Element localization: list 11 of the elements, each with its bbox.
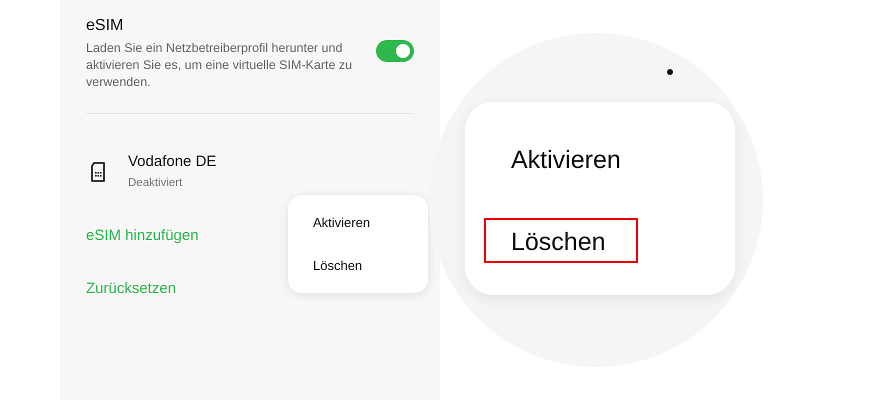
menu-item[interactable]: Löschen bbox=[313, 255, 362, 277]
menu-item[interactable]: Aktivieren bbox=[313, 212, 370, 234]
profile-status: Deaktiviert bbox=[128, 176, 184, 191]
menu-item[interactable]: Aktivieren bbox=[484, 136, 638, 181]
toggle-switch[interactable] bbox=[376, 40, 414, 62]
menu-item[interactable]: Löschen bbox=[484, 218, 638, 263]
profile-name: Vodafone DE bbox=[128, 152, 216, 172]
dot-icon bbox=[667, 69, 673, 75]
setting-description: Laden Sie ein Netzbetreiberprofil herunter und aktivieren Sie es, um eine virtuelle SIM-Karte zu verwenden. bbox=[86, 40, 354, 91]
setting-title: eSIM bbox=[86, 16, 124, 36]
sim-card-icon bbox=[90, 162, 106, 182]
